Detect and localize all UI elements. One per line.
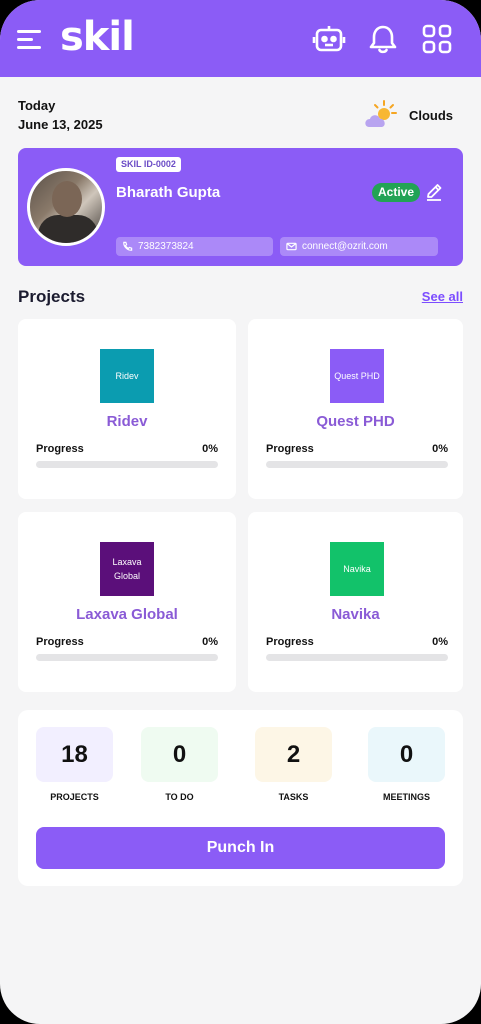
- avatar[interactable]: [27, 168, 105, 246]
- progress-label: Progress: [36, 443, 84, 455]
- see-all-link[interactable]: See all: [422, 289, 463, 304]
- mail-icon: [286, 242, 297, 251]
- project-card[interactable]: Quest PHD Quest PHD Progress 0%: [248, 319, 463, 499]
- progress-percent: 0%: [202, 443, 218, 455]
- projects-count[interactable]: 18: [36, 727, 113, 782]
- project-card[interactable]: Ridev Ridev Progress 0%: [18, 319, 236, 499]
- app-header: skil: [0, 0, 481, 77]
- phone-pill[interactable]: 7382373824: [116, 237, 273, 256]
- profile-card[interactable]: SKIL ID-0002 Bharath Gupta Active 738237…: [18, 148, 463, 266]
- project-name: Laxava Global: [76, 606, 178, 623]
- todo-count[interactable]: 0: [141, 727, 218, 782]
- project-thumbnail: Quest PHD: [330, 349, 384, 403]
- bell-icon[interactable]: [366, 22, 400, 56]
- skil-id-badge: SKIL ID-0002: [116, 157, 181, 172]
- today-label: Today: [18, 98, 56, 113]
- project-card[interactable]: Navika Navika Progress 0%: [248, 512, 463, 692]
- project-card[interactable]: Laxava Global Laxava Global Progress 0%: [18, 512, 236, 692]
- profile-name: Bharath Gupta: [116, 184, 221, 201]
- project-thumbnail: Navika: [330, 542, 384, 596]
- phone-icon: [123, 241, 133, 251]
- app-logo: skil: [60, 14, 135, 60]
- project-thumbnail: Laxava Global: [100, 542, 154, 596]
- edit-icon[interactable]: [424, 182, 444, 202]
- project-name: Navika: [331, 606, 380, 623]
- progress-label: Progress: [266, 636, 314, 648]
- progress-percent: 0%: [202, 636, 218, 648]
- projects-title: Projects: [18, 287, 86, 306]
- partly-cloudy-icon: [365, 100, 397, 127]
- progress-label: Progress: [36, 636, 84, 648]
- stats-panel: 18 PROJECTS 0 TO DO 2 TASKS 0 MEETINGS P…: [18, 710, 463, 886]
- projects-count-label: PROJECTS: [50, 792, 99, 802]
- project-name: Ridev: [106, 413, 148, 430]
- phone-number: 7382373824: [138, 241, 194, 252]
- current-date: June 13, 2025: [18, 117, 103, 132]
- meetings-count[interactable]: 0: [368, 727, 445, 782]
- project-name: Quest PHD: [316, 413, 395, 430]
- tasks-count-label: TASKS: [278, 792, 309, 802]
- email-pill[interactable]: connect@ozrit.com: [280, 237, 438, 256]
- grid-icon[interactable]: [420, 22, 454, 56]
- status-badge: Active: [372, 183, 421, 202]
- weather-label: Clouds: [408, 107, 453, 123]
- progress-bar: [266, 461, 448, 468]
- progress-bar: [36, 461, 218, 468]
- progress-percent: 0%: [432, 443, 448, 455]
- weather-widget: Clouds: [363, 100, 453, 130]
- progress-percent: 0%: [432, 636, 448, 648]
- project-thumbnail: Ridev: [100, 349, 154, 403]
- punch-in-button[interactable]: Punch In: [36, 827, 445, 869]
- progress-bar: [36, 654, 218, 661]
- email-address: connect@ozrit.com: [302, 241, 388, 252]
- date-block: Today June 13, 2025: [18, 98, 103, 132]
- progress-bar: [266, 654, 448, 661]
- robot-icon[interactable]: [312, 22, 346, 56]
- menu-icon[interactable]: [17, 28, 45, 52]
- progress-label: Progress: [266, 443, 314, 455]
- todo-count-label: TO DO: [165, 792, 194, 802]
- tasks-count[interactable]: 2: [255, 727, 332, 782]
- meetings-count-label: MEETINGS: [382, 792, 430, 802]
- app-screen: skil Today June 13, 2025 Clouds SKIL ID-…: [0, 0, 481, 1024]
